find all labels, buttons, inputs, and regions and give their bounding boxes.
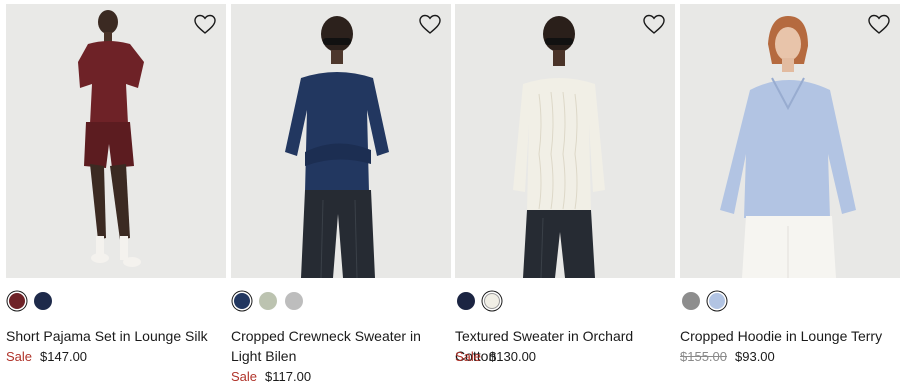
color-swatches (233, 291, 303, 311)
color-swatch-navy[interactable] (234, 293, 250, 309)
product-price: Sale $130.00 (455, 348, 536, 366)
color-swatch-light-blue[interactable] (709, 293, 725, 309)
product-image[interactable] (680, 4, 900, 278)
color-swatches (682, 291, 726, 311)
sale-label: Sale (231, 369, 258, 384)
product-price: $155.00 $93.00 (680, 348, 775, 366)
product-image[interactable] (455, 4, 675, 278)
color-swatch-ivory[interactable] (484, 293, 500, 309)
product-card: Cropped Crewneck Sweater in Light Bilen … (231, 4, 451, 384)
product-card: Cropped Hoodie in Lounge Terry $155.00 $… (680, 4, 900, 364)
product-card: Textured Sweater in Orchard Cotton Sale … (455, 4, 675, 364)
sale-label: Sale (6, 349, 33, 364)
wishlist-heart-icon[interactable] (867, 12, 891, 36)
product-name[interactable]: Cropped Crewneck Sweater in Light Bilen (231, 326, 453, 366)
product-card: Short Pajama Set in Lounge Silk Sale $14… (6, 4, 226, 364)
color-swatches (457, 291, 501, 311)
wishlist-heart-icon[interactable] (642, 12, 666, 36)
product-name[interactable]: Cropped Hoodie in Lounge Terry (680, 326, 902, 346)
model-photo (6, 4, 226, 278)
product-grid: Short Pajama Set in Lounge Silk Sale $14… (0, 0, 902, 385)
current-price: $130.00 (489, 349, 537, 364)
wishlist-heart-icon[interactable] (193, 12, 217, 36)
model-photo (680, 4, 900, 278)
color-swatch-burgundy[interactable] (9, 293, 25, 309)
color-swatch-grey[interactable] (285, 292, 303, 310)
original-price: $155.00 (680, 349, 727, 364)
model-photo (455, 4, 675, 278)
color-swatch-grey[interactable] (682, 292, 700, 310)
sale-label: Sale (455, 349, 482, 364)
product-price: Sale $147.00 (6, 348, 87, 366)
model-photo (231, 4, 451, 278)
current-price: $93.00 (735, 349, 775, 364)
color-swatches (8, 291, 52, 311)
color-swatch-sage[interactable] (259, 292, 277, 310)
color-swatch-navy[interactable] (34, 292, 52, 310)
product-image[interactable] (231, 4, 451, 278)
product-name[interactable]: Short Pajama Set in Lounge Silk (6, 326, 228, 346)
wishlist-heart-icon[interactable] (418, 12, 442, 36)
color-swatch-navy[interactable] (457, 292, 475, 310)
product-price: Sale $117.00 (231, 368, 311, 386)
product-image[interactable] (6, 4, 226, 278)
current-price: $147.00 (40, 349, 88, 364)
current-price: $117.00 (265, 369, 312, 384)
